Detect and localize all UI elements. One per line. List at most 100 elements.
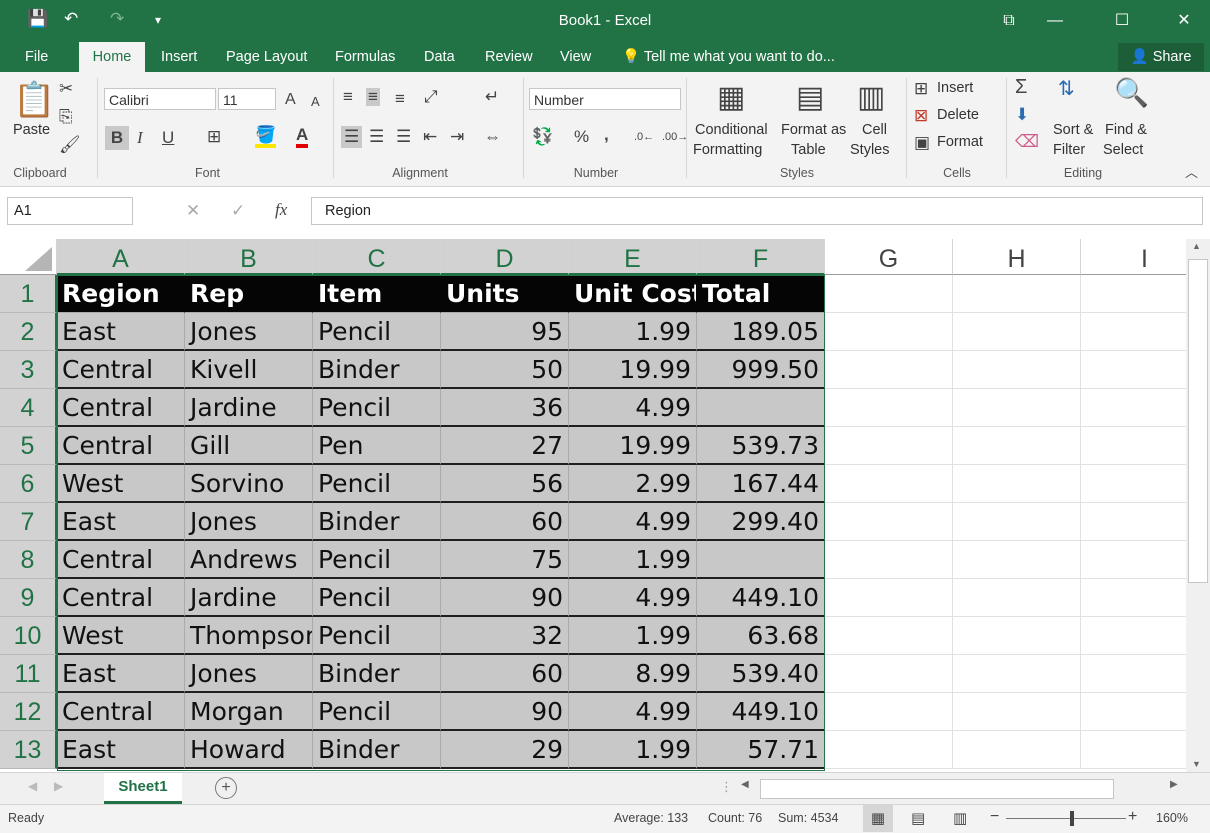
- cell-total[interactable]: [697, 541, 825, 579]
- cell-units[interactable]: 29: [441, 731, 569, 769]
- fill-color-icon[interactable]: 🪣: [255, 126, 277, 148]
- header-cell-rep[interactable]: Rep: [185, 275, 313, 313]
- conditional-formatting-icon[interactable]: ▦: [717, 82, 745, 114]
- increase-decimal-icon[interactable]: .0←: [634, 128, 654, 146]
- empty-cell[interactable]: [1081, 427, 1186, 465]
- sort-filter-label[interactable]: Sort &: [1053, 122, 1093, 138]
- orientation-icon[interactable]: ⤢: [424, 88, 438, 106]
- formula-input[interactable]: Region: [311, 197, 1203, 225]
- row-header-4[interactable]: 4: [0, 389, 57, 427]
- empty-cell[interactable]: [953, 351, 1081, 389]
- tab-home[interactable]: Home: [79, 42, 145, 74]
- empty-cell[interactable]: [825, 541, 953, 579]
- cell-region[interactable]: West: [57, 465, 185, 503]
- format-as-table-icon[interactable]: ▤: [796, 82, 824, 114]
- cell-total[interactable]: 63.68: [697, 617, 825, 655]
- conditional-formatting-label-2[interactable]: Formatting: [693, 142, 762, 158]
- format-as-table-label[interactable]: Format as: [781, 122, 846, 138]
- wrap-text-icon[interactable]: ↵: [485, 88, 499, 106]
- cell-units[interactable]: 50: [441, 351, 569, 389]
- tab-page-layout[interactable]: Page Layout: [216, 42, 317, 72]
- format-cells-icon[interactable]: ▣: [914, 134, 930, 152]
- tab-data[interactable]: Data: [414, 42, 465, 72]
- cell-total[interactable]: 539.73: [697, 427, 825, 465]
- cell-item[interactable]: Pencil: [313, 579, 441, 617]
- column-header-d[interactable]: D: [441, 239, 569, 275]
- cell-total[interactable]: [697, 389, 825, 427]
- find-select-label-2[interactable]: Select: [1103, 142, 1143, 158]
- column-header-g[interactable]: G: [825, 239, 953, 275]
- cell-unit-cost[interactable]: 1.99: [569, 313, 697, 351]
- cell-units[interactable]: 36: [441, 389, 569, 427]
- merge-center-icon[interactable]: ⇔: [484, 128, 501, 146]
- cell-region[interactable]: Central: [57, 693, 185, 731]
- cell-region[interactable]: Central: [57, 579, 185, 617]
- cell-item[interactable]: Binder: [313, 731, 441, 769]
- cell-item[interactable]: Pencil: [313, 541, 441, 579]
- prev-sheet-icon[interactable]: ◀: [28, 779, 37, 793]
- cell-region[interactable]: East: [57, 313, 185, 351]
- zoom-out-button[interactable]: −: [990, 808, 999, 826]
- cell-units[interactable]: 75: [441, 541, 569, 579]
- cell-rep[interactable]: Jones: [185, 313, 313, 351]
- conditional-formatting-label[interactable]: Conditional: [695, 122, 768, 138]
- cell-region[interactable]: Central: [57, 389, 185, 427]
- cell-rep[interactable]: Sorvino: [185, 465, 313, 503]
- cell-unit-cost[interactable]: 4.99: [569, 693, 697, 731]
- fill-icon[interactable]: ⬇: [1015, 106, 1029, 124]
- empty-cell[interactable]: [825, 731, 953, 769]
- empty-cell[interactable]: [953, 313, 1081, 351]
- underline-button[interactable]: U: [162, 129, 174, 147]
- header-cell-total[interactable]: Total: [697, 275, 825, 313]
- tab-view[interactable]: View: [550, 42, 601, 72]
- align-center-icon[interactable]: ☰: [369, 128, 384, 146]
- delete-cells-button[interactable]: Delete: [937, 107, 979, 123]
- empty-cell[interactable]: [825, 275, 953, 313]
- decrease-decimal-icon[interactable]: .00→: [662, 128, 688, 146]
- cell-item[interactable]: Pencil: [313, 313, 441, 351]
- font-color-icon[interactable]: A: [296, 126, 309, 148]
- paste-icon[interactable]: 📋: [13, 82, 55, 118]
- format-cells-button[interactable]: Format: [937, 134, 983, 150]
- cell-unit-cost[interactable]: 8.99: [569, 655, 697, 693]
- cell-total[interactable]: 189.05: [697, 313, 825, 351]
- column-header-h[interactable]: H: [953, 239, 1081, 275]
- empty-cell[interactable]: [953, 617, 1081, 655]
- scroll-up-icon[interactable]: ▲: [1192, 241, 1201, 251]
- decrease-indent-icon[interactable]: ⇤: [423, 128, 437, 146]
- insert-function-icon[interactable]: fx: [275, 201, 287, 219]
- increase-indent-icon[interactable]: ⇥: [450, 128, 464, 146]
- italic-button[interactable]: I: [137, 129, 143, 147]
- empty-cell[interactable]: [953, 427, 1081, 465]
- row-header-11[interactable]: 11: [0, 655, 57, 693]
- cell-item[interactable]: Pen: [313, 427, 441, 465]
- empty-cell[interactable]: [825, 465, 953, 503]
- cell-region[interactable]: East: [57, 503, 185, 541]
- column-header-c[interactable]: C: [313, 239, 441, 275]
- align-right-icon[interactable]: ☰: [396, 128, 411, 146]
- header-cell-units[interactable]: Units: [441, 275, 569, 313]
- sort-filter-icon[interactable]: ⇅: [1058, 79, 1075, 99]
- empty-cell[interactable]: [953, 693, 1081, 731]
- empty-cell[interactable]: [825, 617, 953, 655]
- cell-rep[interactable]: Jones: [185, 503, 313, 541]
- header-cell-item[interactable]: Item: [313, 275, 441, 313]
- align-top-icon[interactable]: ≡: [343, 88, 353, 106]
- cell-unit-cost[interactable]: 4.99: [569, 389, 697, 427]
- empty-cell[interactable]: [1081, 351, 1186, 389]
- vertical-scrollbar[interactable]: ▲ ▼: [1186, 239, 1210, 772]
- maximize-button[interactable]: ☐: [1099, 6, 1145, 36]
- name-box[interactable]: A1: [7, 197, 133, 225]
- page-layout-view-icon[interactable]: ▤: [911, 809, 925, 827]
- cell-rep[interactable]: Thompson: [185, 617, 313, 655]
- row-header-12[interactable]: 12: [0, 693, 57, 731]
- autosum-icon[interactable]: Σ: [1015, 77, 1027, 97]
- empty-cell[interactable]: [1081, 579, 1186, 617]
- empty-cell[interactable]: [1081, 693, 1186, 731]
- normal-view-icon[interactable]: ▦: [863, 805, 893, 832]
- cell-region[interactable]: Central: [57, 427, 185, 465]
- cell-units[interactable]: 60: [441, 503, 569, 541]
- accounting-format-icon[interactable]: 💱: [532, 128, 553, 146]
- cell-item[interactable]: Pencil: [313, 617, 441, 655]
- empty-cell[interactable]: [1081, 275, 1186, 313]
